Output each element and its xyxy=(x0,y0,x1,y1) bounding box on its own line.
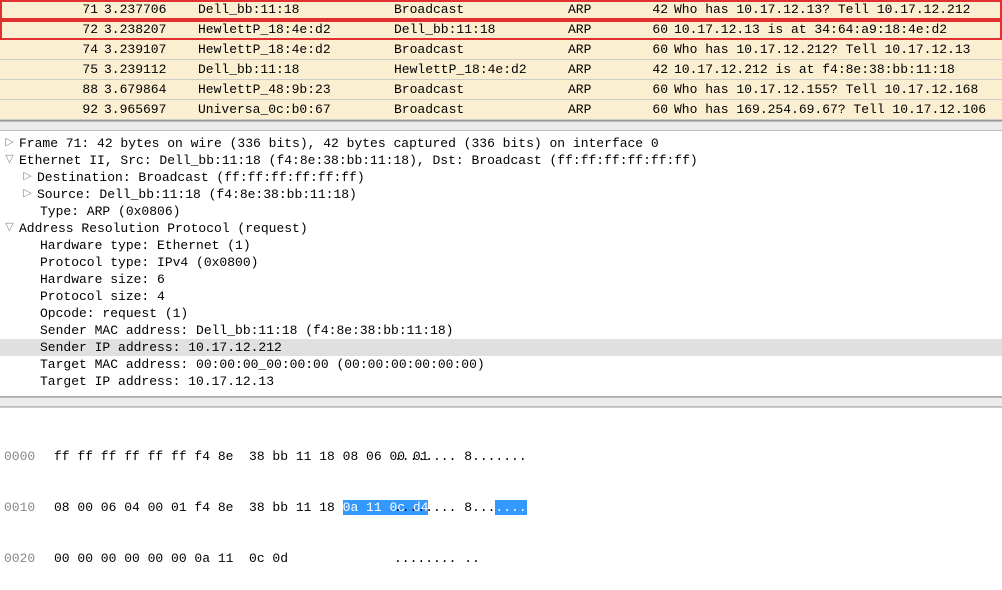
eth-src[interactable]: ▷ Source: Dell_bb:11:18 (f4:8e:38:bb:11:… xyxy=(0,186,1002,203)
hex-ascii: ........ .. xyxy=(394,550,480,567)
hex-bytes: 00 00 00 00 00 00 0a 11 0c 0d xyxy=(54,550,394,567)
col-no: 71 xyxy=(74,2,104,17)
hex-offset: 0000 xyxy=(4,448,54,465)
frame-header[interactable]: ▷ Frame 71: 42 bytes on wire (336 bits),… xyxy=(0,135,1002,152)
arp-proto-type[interactable]: Protocol type: IPv4 (0x0800) xyxy=(0,254,1002,271)
arp-proto-size[interactable]: Protocol size: 4 xyxy=(0,288,1002,305)
packet-row[interactable]: 92 3.965697 Universa_0c:b0:67 Broadcast … xyxy=(0,100,1002,120)
hex-bytes: 08 00 06 04 00 01 f4 8e 38 bb 11 18 0a 1… xyxy=(54,499,394,516)
ascii-highlight: .... xyxy=(495,500,526,515)
collapse-icon[interactable]: ▽ xyxy=(4,223,15,234)
expand-icon[interactable]: ▷ xyxy=(22,189,33,200)
packet-row[interactable]: 88 3.679864 HewlettP_48:9b:23 Broadcast … xyxy=(0,80,1002,100)
hex-row[interactable]: 0000 ff ff ff ff ff ff f4 8e 38 bb 11 18… xyxy=(4,448,998,465)
collapse-icon[interactable]: ▽ xyxy=(4,155,15,166)
expand-icon[interactable]: ▷ xyxy=(22,172,33,183)
col-src: Dell_bb:11:18 xyxy=(198,2,394,17)
hex-bytes: ff ff ff ff ff ff f4 8e 38 bb 11 18 08 0… xyxy=(54,448,394,465)
arp-sender-ip[interactable]: Sender IP address: 10.17.12.212 xyxy=(0,339,1002,356)
col-proto: ARP xyxy=(568,2,642,17)
packet-list: 71 3.237706 Dell_bb:11:18 Broadcast ARP … xyxy=(0,0,1002,121)
packet-row[interactable]: 72 3.238207 HewlettP_18:4e:d2 Dell_bb:11… xyxy=(0,20,1002,40)
arp-sender-mac[interactable]: Sender MAC address: Dell_bb:11:18 (f4:8e… xyxy=(0,322,1002,339)
arp-target-ip[interactable]: Target IP address: 10.17.12.13 xyxy=(0,373,1002,390)
splitter[interactable] xyxy=(0,397,1002,407)
packet-row[interactable]: 71 3.237706 Dell_bb:11:18 Broadcast ARP … xyxy=(0,0,1002,20)
eth-type[interactable]: Type: ARP (0x0806) xyxy=(0,203,1002,220)
hex-offset: 0020 xyxy=(4,550,54,567)
arp-hw-size[interactable]: Hardware size: 6 xyxy=(0,271,1002,288)
hex-row[interactable]: 0020 00 00 00 00 00 00 0a 11 0c 0d .....… xyxy=(4,550,998,567)
packet-row[interactable]: 75 3.239112 Dell_bb:11:18 HewlettP_18:4e… xyxy=(0,60,1002,80)
packet-row[interactable]: 74 3.239107 HewlettP_18:4e:d2 Broadcast … xyxy=(0,40,1002,60)
hex-row[interactable]: 0010 08 00 06 04 00 01 f4 8e 38 bb 11 18… xyxy=(4,499,998,516)
arp-hw-type[interactable]: Hardware type: Ethernet (1) xyxy=(0,237,1002,254)
hex-dump: 0000 ff ff ff ff ff ff f4 8e 38 bb 11 18… xyxy=(0,407,1002,590)
eth-dst[interactable]: ▷ Destination: Broadcast (ff:ff:ff:ff:ff… xyxy=(0,169,1002,186)
arp-opcode[interactable]: Opcode: request (1) xyxy=(0,305,1002,322)
splitter[interactable] xyxy=(0,121,1002,131)
arp-header[interactable]: ▽ Address Resolution Protocol (request) xyxy=(0,220,1002,237)
ethernet-header[interactable]: ▽ Ethernet II, Src: Dell_bb:11:18 (f4:8e… xyxy=(0,152,1002,169)
col-len: 42 xyxy=(642,2,672,17)
arp-target-mac[interactable]: Target MAC address: 00:00:00_00:00:00 (0… xyxy=(0,356,1002,373)
col-time: 3.237706 xyxy=(104,2,198,17)
col-info: Who has 10.17.12.13? Tell 10.17.12.212 xyxy=(672,2,1002,17)
hex-ascii: ........ 8....... xyxy=(394,448,527,465)
hex-ascii: ........ 8....... xyxy=(394,499,527,516)
col-dst: Broadcast xyxy=(394,2,568,17)
expand-icon[interactable]: ▷ xyxy=(4,138,15,149)
packet-details: ▷ Frame 71: 42 bytes on wire (336 bits),… xyxy=(0,131,1002,397)
hex-offset: 0010 xyxy=(4,499,54,516)
